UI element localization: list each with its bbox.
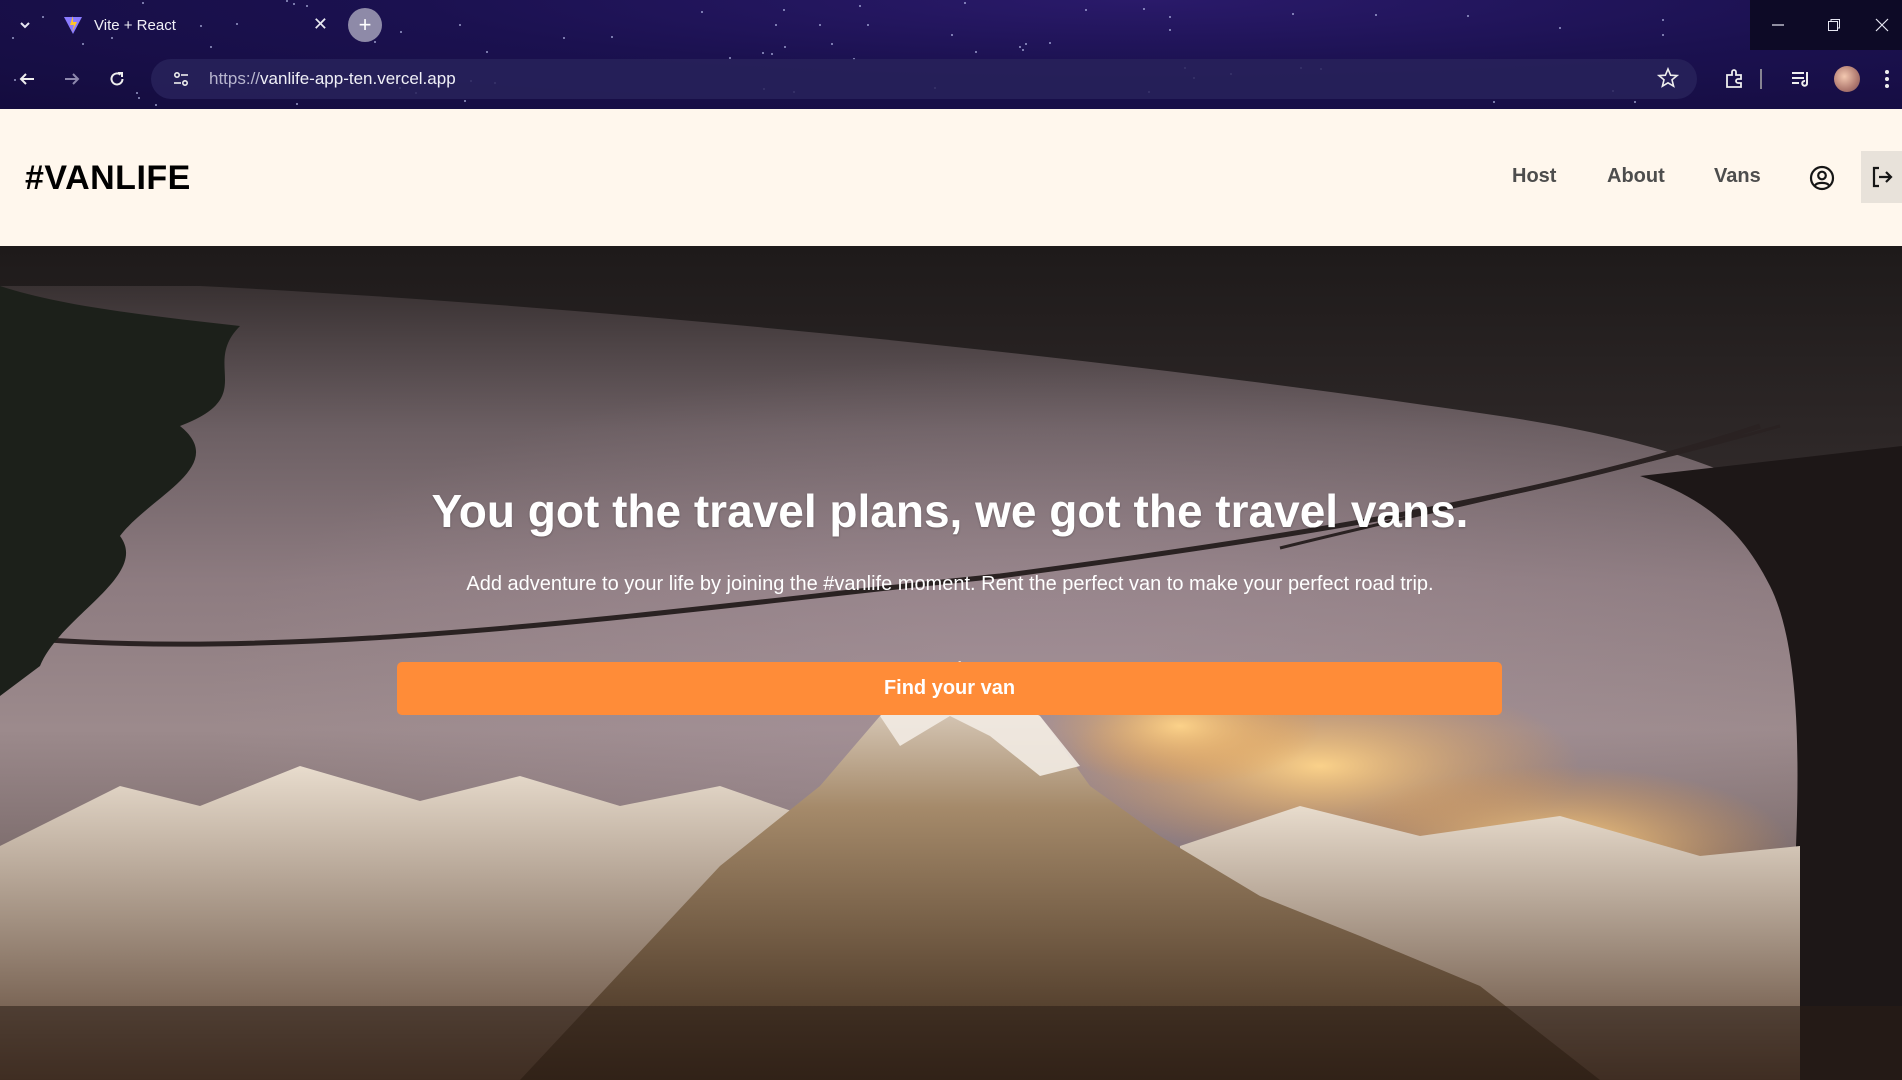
address-bar[interactable]: https://vanlife-app-ten.vercel.app [151, 59, 1697, 99]
browser-tab[interactable]: Vite + React ✕ [50, 6, 340, 44]
tab-strip: Vite + React ✕ + [0, 0, 1902, 50]
star-dot [771, 53, 773, 55]
extensions-icon[interactable] [1720, 64, 1750, 94]
bookmark-star-icon[interactable] [1656, 66, 1680, 94]
hero-title: You got the travel plans, we got the tra… [431, 485, 1469, 537]
restore-icon[interactable] [1806, 0, 1862, 50]
back-icon[interactable] [10, 62, 44, 96]
reload-icon[interactable] [100, 62, 134, 96]
nav-link-about[interactable]: About [1607, 165, 1665, 188]
window-close-icon[interactable] [1862, 0, 1902, 50]
url-host: vanlife-app-ten.vercel.app [260, 69, 456, 88]
star-dot [486, 51, 488, 53]
find-your-van-button[interactable]: Find your van [397, 662, 1502, 715]
profile-avatar[interactable] [1832, 64, 1862, 94]
hero-subtitle: Add adventure to your life by joining th… [466, 573, 1434, 595]
minimize-icon[interactable] [1750, 0, 1806, 50]
avatar-image [1834, 66, 1860, 92]
star-dot [296, 103, 298, 105]
nav-link-host[interactable]: Host [1512, 165, 1556, 188]
url-scheme: https:// [209, 69, 261, 88]
star-dot [975, 51, 977, 53]
new-tab-icon[interactable]: + [348, 8, 382, 42]
nav-link-vans[interactable]: Vans [1714, 165, 1761, 188]
star-dot [155, 104, 157, 106]
hero-content: You got the travel plans, we got the tra… [0, 246, 1902, 1080]
close-icon[interactable]: ✕ [313, 14, 328, 35]
hero-section: You got the travel plans, we got the tra… [0, 246, 1902, 1080]
browser-toolbar: https://vanlife-app-ten.vercel.app [0, 56, 1902, 102]
toolbar-divider [1756, 64, 1766, 94]
star-dot [762, 52, 764, 54]
site-logo[interactable]: #VANLIFE [25, 159, 191, 198]
url-text: https://vanlife-app-ten.vercel.app [209, 69, 456, 89]
logout-icon[interactable] [1861, 151, 1902, 203]
site-info-icon[interactable] [161, 70, 201, 88]
media-control-icon[interactable] [1786, 64, 1816, 94]
vite-icon [62, 14, 84, 36]
site-header: #VANLIFE Host About Vans [0, 109, 1902, 246]
forward-icon[interactable] [55, 62, 89, 96]
browser-chrome: Vite + React ✕ + https://vanlife-app-ten… [0, 0, 1902, 109]
more-menu-icon[interactable] [1877, 64, 1897, 94]
page-viewport: #VANLIFE Host About Vans You got the tra… [0, 109, 1902, 1080]
tab-dropdown-icon[interactable] [12, 12, 38, 38]
account-icon[interactable] [1808, 164, 1836, 192]
tab-title: Vite + React [94, 16, 176, 34]
